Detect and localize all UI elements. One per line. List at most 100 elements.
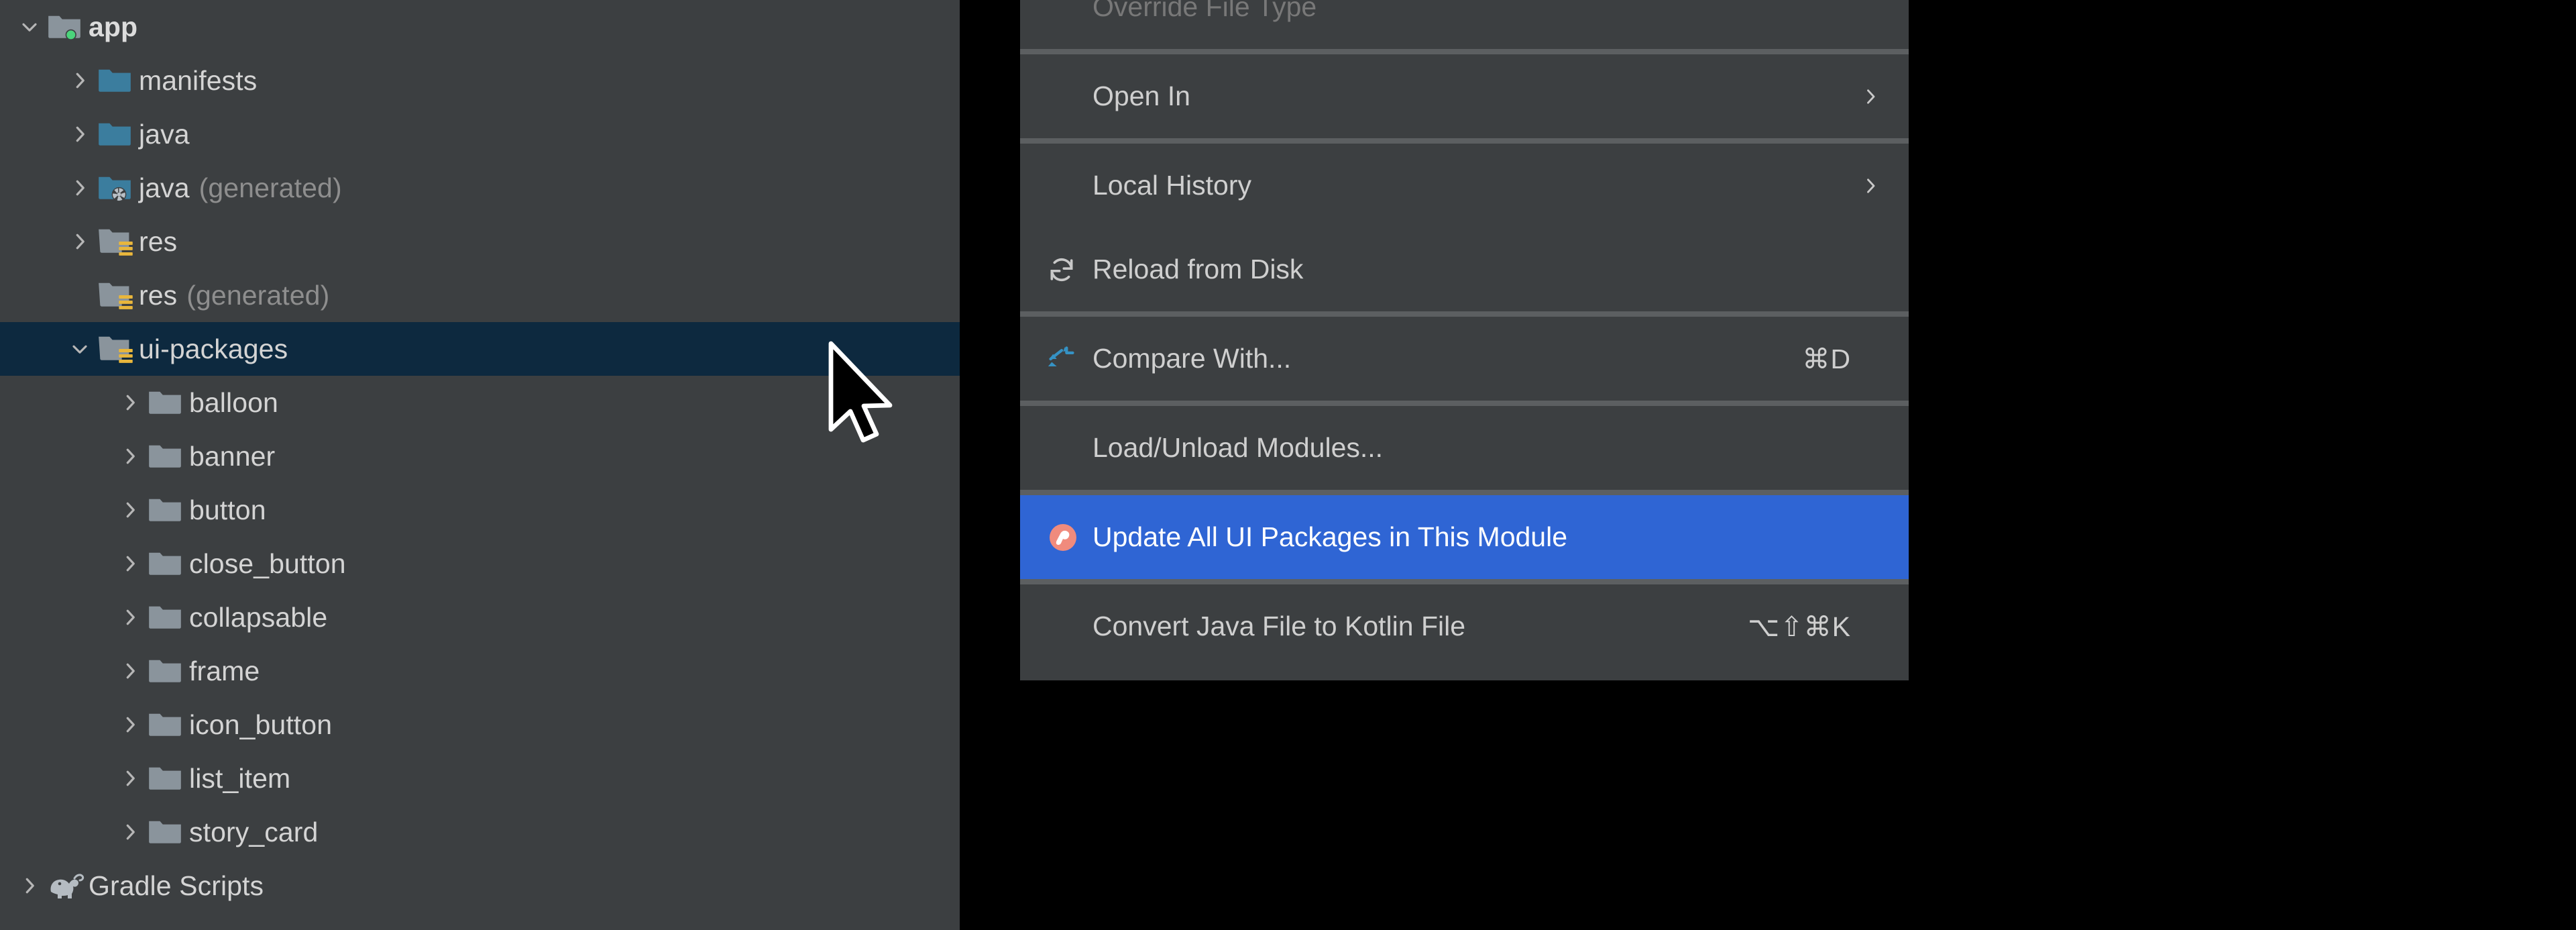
- menu-item-label: Update All UI Packages in This Module: [1093, 521, 1568, 552]
- tree-node-label: java: [139, 172, 190, 203]
- tree-node-label: collapsable: [189, 601, 328, 633]
- tree-node-java[interactable]: java (generated): [0, 161, 960, 215]
- tree-node-ui-packages[interactable]: ui-packages: [0, 322, 960, 376]
- chevron-right-icon: [1851, 174, 1882, 197]
- folder-gray-icon: [148, 537, 186, 590]
- plugin-r-icon: [1047, 521, 1093, 554]
- tree-node-java[interactable]: java: [0, 107, 960, 161]
- menu-item-open-in[interactable]: Open In: [1020, 54, 1909, 138]
- file-context-menu[interactable]: Override File Type Open In Local History Re…: [1020, 0, 1909, 680]
- chevron-right-icon[interactable]: [113, 429, 148, 483]
- project-tree[interactable]: app manifests java java (generated) res res (ge…: [0, 0, 960, 913]
- tree-node-app[interactable]: app: [0, 0, 960, 54]
- tree-node-manifests[interactable]: manifests: [0, 54, 960, 107]
- folder-gray-icon: [148, 376, 186, 429]
- menu-item-label: Local History: [1093, 170, 1251, 201]
- chevron-right-icon[interactable]: [113, 376, 148, 429]
- tree-node-frame[interactable]: frame: [0, 644, 960, 698]
- tree-node-label: icon_button: [189, 709, 333, 740]
- tree-node-suffix: (generated): [186, 279, 330, 311]
- chevron-right-icon[interactable]: [113, 698, 148, 752]
- menu-separator: [1020, 138, 1909, 144]
- menu-item-shortcut: ⌘D: [1802, 343, 1851, 374]
- folder-gray-icon: [148, 805, 186, 859]
- tree-node-label: app: [89, 11, 138, 42]
- folder-gray-icon: [148, 752, 186, 805]
- chevron-right-icon[interactable]: [62, 54, 97, 107]
- folder-gray-icon: [148, 429, 186, 483]
- menu-separator: [1020, 579, 1909, 584]
- menu-item-convert-java-file-to-kotlin-file[interactable]: Convert Java File to Kotlin File ⌥⇧⌘K: [1020, 584, 1909, 668]
- folder-gray-icon: [148, 483, 186, 537]
- project-tool-window: app manifests java java (generated) res res (ge…: [0, 0, 960, 930]
- menu-item-label: Reload from Disk: [1093, 254, 1304, 285]
- twisty-empty: [62, 268, 97, 322]
- tree-node-label: banner: [189, 440, 276, 472]
- tree-node-story-card[interactable]: story_card: [0, 805, 960, 859]
- tree-node-collapsable[interactable]: collapsable: [0, 590, 960, 644]
- screen: app manifests java java (generated) res res (ge…: [0, 0, 2576, 930]
- tree-node-banner[interactable]: banner: [0, 429, 960, 483]
- folder-module-icon: [47, 0, 86, 54]
- menu-item-label: Compare With...: [1093, 343, 1292, 374]
- gradle-elephant-icon: [47, 859, 86, 913]
- chevron-right-icon[interactable]: [113, 483, 148, 537]
- chevron-right-icon[interactable]: [113, 752, 148, 805]
- tree-node-label: manifests: [139, 64, 258, 96]
- menu-item-local-history[interactable]: Local History: [1020, 144, 1909, 227]
- reload-icon: [1047, 255, 1093, 285]
- tree-node-label: ui-packages: [139, 333, 288, 364]
- menu-item-override-file-type: Override File Type: [1020, 0, 1909, 49]
- tree-node-res[interactable]: res (generated): [0, 268, 960, 322]
- menu-item-label: Load/Unload Modules...: [1093, 432, 1384, 463]
- tree-node-suffix: (generated): [199, 172, 342, 203]
- menu-separator: [1020, 311, 1909, 317]
- chevron-down-icon[interactable]: [62, 322, 97, 376]
- menu-item-label: Override File Type: [1093, 0, 1317, 22]
- tree-node-label: Gradle Scripts: [89, 870, 264, 901]
- tree-node-balloon[interactable]: balloon: [0, 376, 960, 429]
- tree-node-label: button: [189, 494, 266, 525]
- menu-item-update-all-ui-packages-in-this-module[interactable]: Update All UI Packages in This Module: [1020, 495, 1909, 579]
- tree-node-res[interactable]: res: [0, 215, 960, 268]
- folder-gray-icon: [148, 698, 186, 752]
- menu-padding-bottom: [1020, 668, 1909, 680]
- folder-res-icon: [97, 215, 136, 268]
- folder-gray-icon: [148, 644, 186, 698]
- chevron-right-icon[interactable]: [62, 161, 97, 215]
- chevron-right-icon[interactable]: [12, 859, 47, 913]
- menu-item-label: Open In: [1093, 81, 1190, 111]
- menu-item-reload-from-disk[interactable]: Reload from Disk: [1020, 227, 1909, 311]
- folder-generated-icon: [97, 161, 136, 215]
- chevron-right-icon[interactable]: [113, 805, 148, 859]
- folder-blue-icon: [97, 107, 136, 161]
- tree-node-label: res: [139, 279, 178, 311]
- chevron-right-icon[interactable]: [113, 644, 148, 698]
- menu-separator: [1020, 401, 1909, 406]
- menu-item-shortcut: ⌥⇧⌘K: [1748, 611, 1851, 642]
- tree-node-label: balloon: [189, 386, 278, 418]
- tree-node-label: frame: [189, 655, 260, 686]
- tree-node-label: story_card: [189, 816, 319, 847]
- folder-res-icon: [97, 322, 136, 376]
- chevron-right-icon[interactable]: [62, 215, 97, 268]
- tree-node-label: res: [139, 225, 178, 257]
- tree-node-list-item[interactable]: list_item: [0, 752, 960, 805]
- chevron-right-icon[interactable]: [113, 537, 148, 590]
- menu-item-compare-with[interactable]: Compare With... ⌘D: [1020, 317, 1909, 401]
- menu-separator: [1020, 490, 1909, 495]
- chevron-down-icon[interactable]: [12, 0, 47, 54]
- folder-blue-icon: [97, 54, 136, 107]
- tree-node-close-button[interactable]: close_button: [0, 537, 960, 590]
- tree-node-label: java: [139, 118, 190, 150]
- chevron-right-icon[interactable]: [62, 107, 97, 161]
- tree-node-button[interactable]: button: [0, 483, 960, 537]
- menu-item-label: Convert Java File to Kotlin File: [1093, 611, 1466, 641]
- tree-node-gradle-scripts[interactable]: Gradle Scripts: [0, 859, 960, 913]
- tree-node-label: close_button: [189, 548, 346, 579]
- tree-node-icon-button[interactable]: icon_button: [0, 698, 960, 752]
- folder-res-icon: [97, 268, 136, 322]
- chevron-right-icon: [1851, 85, 1882, 108]
- menu-item-load-unload-modules[interactable]: Load/Unload Modules...: [1020, 406, 1909, 490]
- chevron-right-icon[interactable]: [113, 590, 148, 644]
